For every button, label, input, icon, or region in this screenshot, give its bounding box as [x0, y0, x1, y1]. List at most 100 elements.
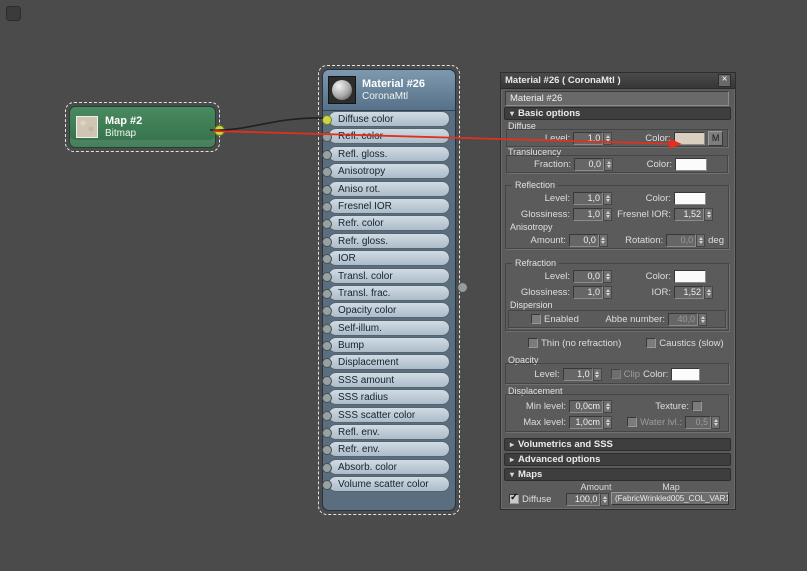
slot-refr-color[interactable]: Refr. color	[322, 215, 450, 232]
reflection-color-swatch[interactable]	[674, 191, 706, 205]
input-connector[interactable]	[322, 132, 332, 143]
input-connector[interactable]	[322, 271, 332, 282]
slot-refl-env[interactable]: Refl. env.	[322, 424, 450, 441]
input-connector[interactable]	[322, 201, 332, 212]
rollout-basic-options[interactable]: ▾ Basic options	[504, 107, 731, 120]
translucency-color-swatch[interactable]	[675, 157, 707, 171]
anisotropy-amount-field[interactable]: 0,0	[568, 233, 599, 247]
input-connector[interactable]	[322, 480, 332, 491]
fresnel-ior-field[interactable]: 1,52	[674, 207, 704, 221]
input-connector[interactable]	[322, 306, 332, 317]
rollout-volumetrics-sss[interactable]: ▸ Volumetrics and SSS	[504, 438, 731, 451]
input-connector[interactable]	[322, 184, 332, 195]
diffuse-map-checkbox[interactable]	[509, 492, 519, 504]
diffuse-map-button[interactable]: M	[708, 130, 724, 146]
spinner-icon[interactable]	[603, 399, 612, 413]
input-connector[interactable]	[322, 375, 332, 386]
map-output-connector[interactable]	[214, 125, 225, 136]
abbe-number-field[interactable]: 40,0	[668, 312, 698, 326]
spinner-icon[interactable]	[603, 191, 612, 205]
water-level-checkbox[interactable]	[627, 417, 638, 427]
opacity-level-field[interactable]: 1,0	[562, 367, 593, 381]
texture-checkbox[interactable]	[692, 401, 702, 411]
slate-material-editor-canvas[interactable]: Map #2 Bitmap Material #26 CoronaMtl Dif…	[0, 0, 807, 571]
spinner-icon[interactable]	[696, 233, 706, 247]
spinner-icon[interactable]	[603, 207, 612, 221]
max-level-field[interactable]: 1,0cm	[569, 415, 603, 429]
reflection-glossiness-field[interactable]: 1,0	[573, 207, 603, 221]
spinner-icon[interactable]	[592, 367, 602, 381]
slot-self-illum[interactable]: Self-illum.	[322, 319, 450, 336]
material-output-connector[interactable]	[457, 282, 468, 293]
map-to-diffuse-wire[interactable]	[209, 117, 324, 131]
rollout-advanced-options[interactable]: ▸ Advanced options	[504, 453, 731, 466]
slot-diffuse-color[interactable]: Diffuse color	[322, 111, 450, 127]
input-connector[interactable]	[322, 254, 332, 265]
slot-refl-color[interactable]: Refl. color	[322, 128, 450, 145]
panel-titlebar[interactable]: Material #26 ( CoronaMtl ) ✕	[501, 73, 735, 89]
input-connector[interactable]	[322, 428, 332, 439]
fraction-field[interactable]: 0,0	[574, 157, 604, 171]
slot-absorb-color[interactable]: Absorb. color	[322, 458, 450, 475]
close-icon[interactable]: ✕	[718, 74, 731, 87]
spinner-icon[interactable]	[603, 269, 612, 283]
material-name-field[interactable]: Material #26	[505, 91, 729, 106]
input-connector[interactable]	[322, 149, 332, 160]
caustics-checkbox[interactable]	[646, 338, 657, 348]
min-level-field[interactable]: 0,0cm	[569, 399, 603, 413]
spinner-icon[interactable]	[711, 415, 720, 429]
enabled-checkbox[interactable]	[531, 314, 541, 324]
input-connector[interactable]	[322, 462, 332, 473]
spinner-icon[interactable]	[603, 285, 612, 299]
input-connector[interactable]	[322, 358, 332, 369]
spinner-icon[interactable]	[698, 312, 707, 326]
input-connector[interactable]	[322, 288, 332, 299]
material-node-body[interactable]: Material #26 CoronaMtl Diffuse color Ref…	[322, 69, 456, 511]
spinner-icon[interactable]	[600, 492, 610, 506]
spinner-icon[interactable]	[704, 285, 713, 299]
spinner-icon[interactable]	[604, 157, 613, 171]
spinner-icon[interactable]	[603, 415, 612, 429]
slot-refr-gloss[interactable]: Refr. gloss.	[322, 232, 450, 249]
input-connector[interactable]	[322, 167, 332, 178]
input-connector[interactable]	[322, 219, 332, 230]
slot-volume-scatter-color[interactable]: Volume scatter color	[322, 476, 450, 493]
input-connector[interactable]	[322, 115, 332, 125]
thin-checkbox[interactable]	[528, 338, 538, 348]
diffuse-amount-field[interactable]: 100,0	[566, 492, 601, 506]
input-connector[interactable]	[322, 410, 332, 421]
diffuse-color-swatch[interactable]	[673, 131, 706, 145]
slot-anisotropy[interactable]: Anisotropy	[322, 163, 450, 180]
refraction-ior-field[interactable]: 1,52	[674, 285, 704, 299]
input-connector[interactable]	[322, 393, 332, 404]
slot-displacement[interactable]: Displacement	[322, 354, 450, 371]
map-node-body[interactable]: Map #2 Bitmap	[69, 106, 216, 148]
input-connector[interactable]	[322, 445, 332, 456]
spinner-icon[interactable]	[603, 131, 613, 145]
diffuse-map-slot-button[interactable]: (FabricWrinkled005_COL_VAR1.	[611, 492, 729, 505]
rollout-maps[interactable]: ▾ Maps	[504, 468, 731, 481]
slot-aniso-rot[interactable]: Aniso rot.	[322, 180, 450, 197]
slot-sss-radius[interactable]: SSS radius	[322, 389, 450, 406]
slot-fresnel-ior[interactable]: Fresnel IOR	[322, 197, 450, 214]
input-connector[interactable]	[322, 341, 332, 352]
slot-bump[interactable]: Bump	[322, 337, 450, 354]
reflection-level-field[interactable]: 1,0	[573, 191, 603, 205]
slot-sss-amount[interactable]: SSS amount	[322, 371, 450, 388]
refraction-level-field[interactable]: 0,0	[573, 269, 603, 283]
refraction-color-swatch[interactable]	[674, 269, 706, 283]
slot-transl-color[interactable]: Transl. color	[322, 267, 450, 284]
slot-ior[interactable]: IOR	[322, 250, 450, 267]
diffuse-level-field[interactable]: 1,0	[573, 131, 604, 145]
material-node-header[interactable]: Material #26 CoronaMtl	[323, 70, 455, 111]
slot-opacity-color[interactable]: Opacity color	[322, 302, 450, 319]
refraction-glossiness-field[interactable]: 1,0	[573, 285, 603, 299]
input-connector[interactable]	[322, 236, 332, 247]
input-connector[interactable]	[322, 323, 332, 334]
rotation-field[interactable]: 0,0	[666, 233, 697, 247]
slot-refl-gloss[interactable]: Refl. gloss.	[322, 145, 450, 162]
slot-refr-env[interactable]: Refr. env.	[322, 441, 450, 458]
spinner-icon[interactable]	[598, 233, 608, 247]
water-level-field[interactable]: 0,5	[685, 415, 711, 429]
material-node[interactable]: Material #26 CoronaMtl Diffuse color Ref…	[318, 65, 468, 515]
